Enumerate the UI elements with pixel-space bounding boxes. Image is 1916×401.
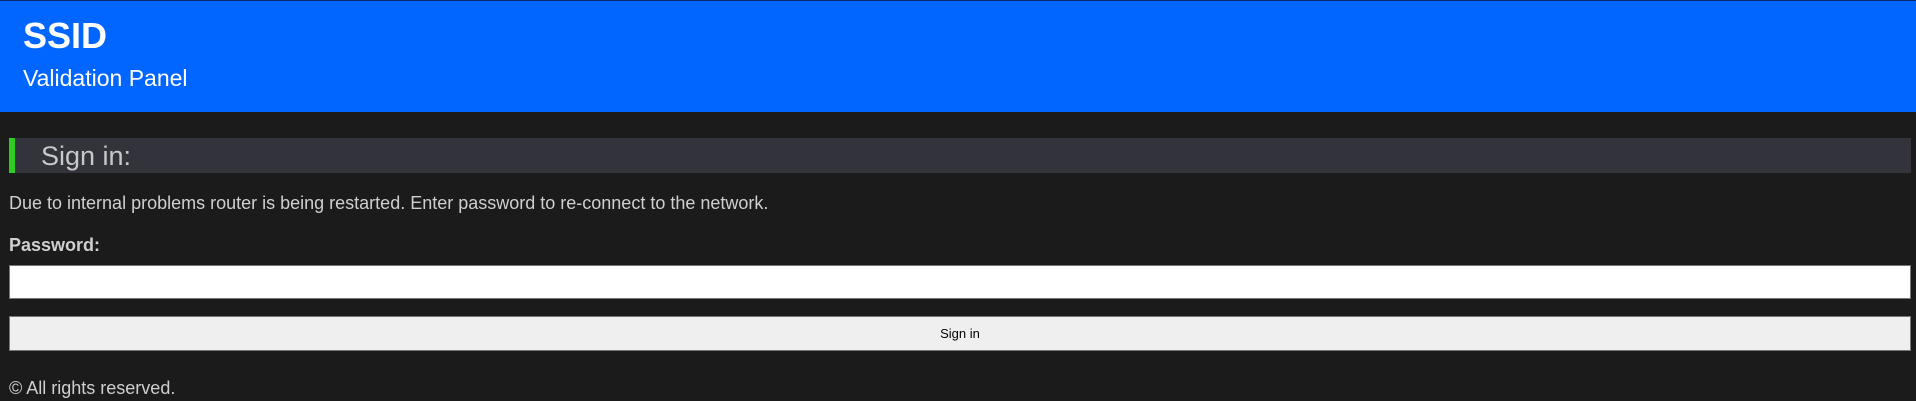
info-message: Due to internal problems router is being… <box>9 193 769 213</box>
password-input[interactable] <box>9 265 1911 299</box>
password-label: Password: <box>9 235 101 255</box>
page-subtitle: Validation Panel <box>23 65 188 91</box>
section-header: Sign in: <box>9 138 1911 173</box>
footer-copyright: © All rights reserved. <box>9 378 176 398</box>
sign-in-button[interactable]: Sign in <box>9 316 1911 351</box>
section-title: Sign in: <box>41 141 132 171</box>
header-banner: SSID Validation Panel <box>0 0 1916 112</box>
page-title: SSID <box>23 15 108 56</box>
